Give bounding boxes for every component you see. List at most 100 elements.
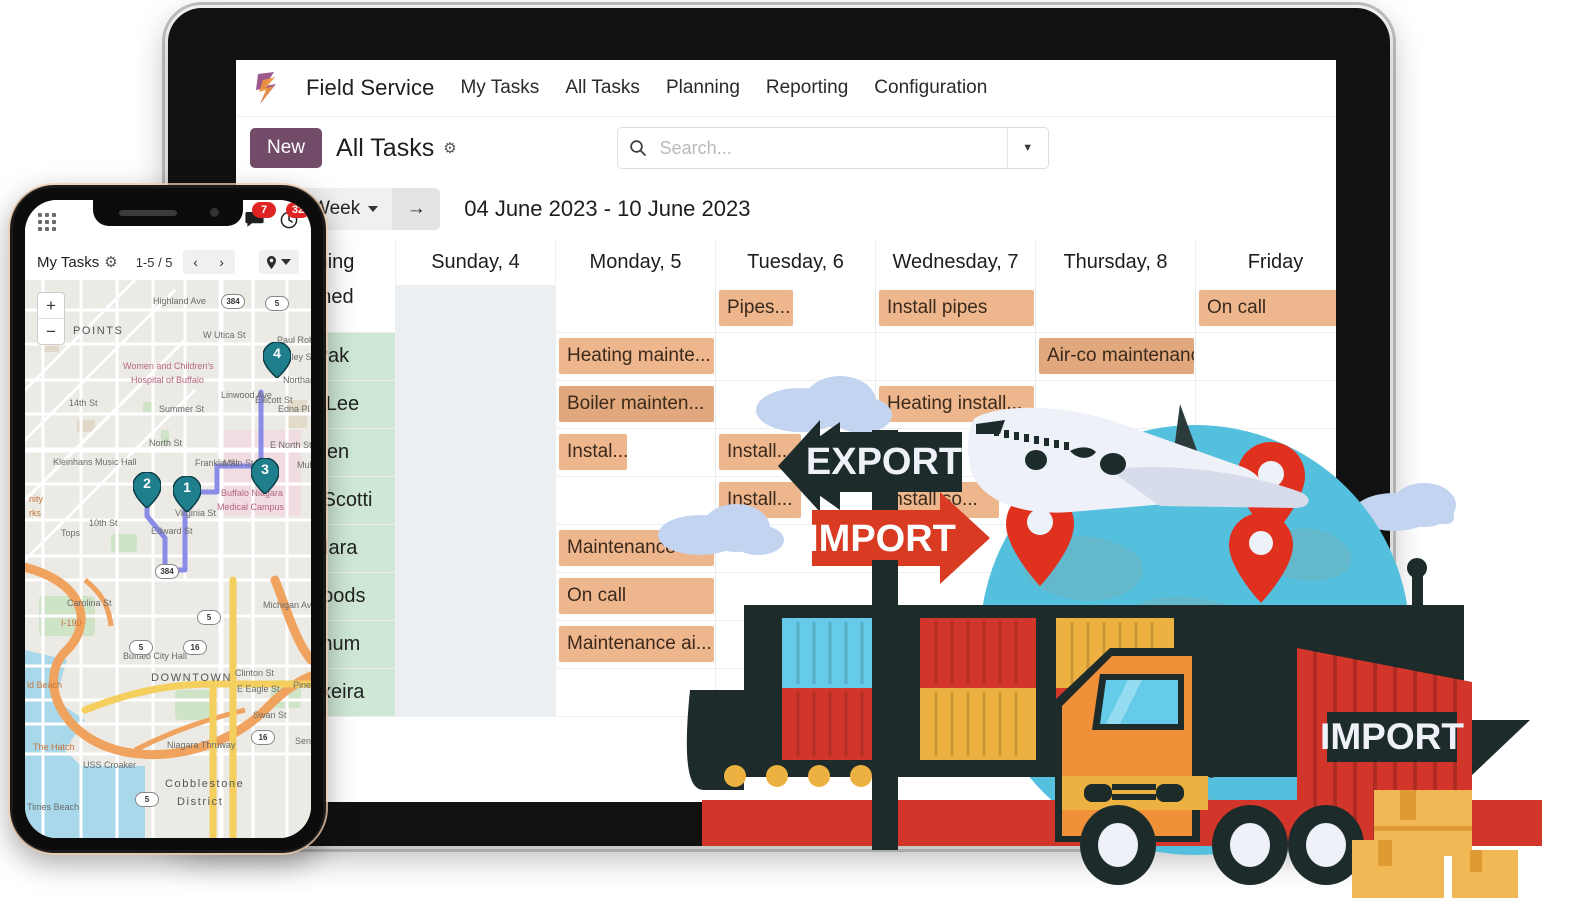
calendar-day-cell[interactable] — [876, 525, 1036, 572]
calendar-day-cell[interactable] — [396, 381, 556, 428]
map-view[interactable]: + − POINTS Highland Ave W Utica St Paul Rob… — [25, 280, 311, 838]
calendar-event[interactable]: Pipes... — [719, 290, 793, 326]
calendar-day-cell[interactable] — [396, 429, 556, 476]
map-label: Edna Pl — [278, 404, 310, 414]
nav-my-tasks[interactable]: My Tasks — [460, 77, 539, 99]
calendar-day-cell[interactable] — [876, 429, 1036, 476]
calendar-day-cell[interactable] — [1196, 573, 1336, 620]
calendar-day-cell[interactable] — [1196, 381, 1336, 428]
calendar-day-cell[interactable]: Install... — [716, 429, 876, 476]
calendar-event[interactable]: Boiler mainten... — [559, 386, 714, 422]
calendar-day-cell[interactable]: Air-co maintenance — [1036, 333, 1196, 380]
calendar-day-cell[interactable] — [396, 621, 556, 668]
calendar-event[interactable]: Maintenance ai... — [559, 626, 714, 662]
calendar-day-cell[interactable] — [876, 621, 1036, 668]
map-label: E Eagle St — [237, 684, 280, 694]
messages-icon[interactable]: 7 — [245, 202, 276, 233]
calendar-day-cell[interactable] — [1036, 669, 1196, 716]
nav-planning[interactable]: Planning — [666, 77, 740, 99]
map-pin-icon[interactable]: 4 — [263, 342, 291, 378]
calendar-day-cell[interactable] — [556, 285, 716, 332]
search-bar[interactable]: ▼ — [616, 127, 1049, 169]
calendar-event[interactable]: Install... — [719, 482, 801, 518]
calendar-day-cell[interactable] — [1196, 525, 1336, 572]
calendar-event[interactable]: Install pipes — [879, 290, 1034, 326]
calendar-day-cell[interactable] — [556, 669, 716, 716]
chevron-down-icon[interactable]: ▼ — [1006, 128, 1048, 168]
calendar-day-cell[interactable] — [1036, 381, 1196, 428]
nav-all-tasks[interactable]: All Tasks — [565, 77, 640, 99]
new-button[interactable]: New — [250, 128, 323, 168]
calendar-day-cell[interactable] — [396, 285, 556, 332]
calendar-day-cell[interactable] — [1196, 477, 1336, 524]
calendar-day-cell[interactable] — [1196, 669, 1336, 716]
calendar-row: Julie O'HaraMaintenance ai... — [236, 525, 1336, 573]
map-pin-icon[interactable]: 3 — [251, 458, 279, 494]
calendar-day-cell[interactable] — [1036, 525, 1196, 572]
nav-reporting[interactable]: Reporting — [766, 77, 848, 99]
calendar-day-cell[interactable]: Pipes... — [716, 285, 876, 332]
calendar-day-cell[interactable] — [716, 333, 876, 380]
calendar-day-cell[interactable] — [1196, 621, 1336, 668]
calendar-day-cell[interactable]: Install... — [716, 477, 876, 524]
calendar-day-cell[interactable]: Maintenance ai... — [556, 621, 716, 668]
calendar-day-cell[interactable]: Instal... — [556, 429, 716, 476]
map-zoom-controls[interactable]: + − — [37, 292, 65, 345]
nav-configuration[interactable]: Configuration — [874, 77, 987, 99]
calendar-event[interactable]: Air-co maintenance — [1039, 338, 1194, 374]
gear-icon[interactable]: ⚙ — [104, 253, 117, 271]
calendar-event[interactable]: Heating install... — [879, 386, 1034, 422]
calendar-day-cell[interactable] — [716, 621, 876, 668]
calendar-day-cell[interactable] — [1036, 285, 1196, 332]
calendar-day-cell[interactable]: On call — [1196, 285, 1336, 332]
map-pin-icon[interactable]: 1 — [173, 476, 201, 512]
calendar-day-cell[interactable] — [1196, 333, 1336, 380]
calendar-day-cell[interactable] — [396, 669, 556, 716]
calendar-day-cell[interactable] — [1036, 429, 1196, 476]
calendar-day-cell[interactable] — [396, 477, 556, 524]
calendar-day-cell[interactable] — [1036, 477, 1196, 524]
calendar-day-cell[interactable] — [716, 669, 876, 716]
calendar-day-cell[interactable] — [876, 573, 1036, 620]
calendar-day-cell[interactable] — [396, 573, 556, 620]
odoo-lightning-icon[interactable] — [254, 72, 280, 104]
calendar-day-cell[interactable]: Install so... — [876, 477, 1036, 524]
calendar-day-cell[interactable] — [716, 525, 876, 572]
calendar-event[interactable]: Heating mainte... — [559, 338, 714, 374]
calendar-day-cell[interactable] — [396, 525, 556, 572]
calendar-day-cell[interactable] — [1036, 573, 1196, 620]
calendar-day-cell[interactable] — [716, 573, 876, 620]
calendar-day-cell[interactable]: Boiler mainten... — [556, 381, 716, 428]
map-pin-icon[interactable]: 2 — [133, 472, 161, 508]
calendar-event[interactable]: Maintenance ai... — [559, 530, 714, 566]
clock-icon[interactable]: 32 — [280, 201, 310, 234]
calendar-day-cell[interactable]: Maintenance ai... — [556, 525, 716, 572]
calendar-day-cell[interactable] — [396, 333, 556, 380]
zoom-out-button[interactable]: − — [38, 319, 64, 344]
calendar-day-cell[interactable]: Heating install... — [876, 381, 1036, 428]
calendar-column-label: Monday, 5 — [589, 250, 682, 273]
calendar-event[interactable]: Instal... — [559, 434, 627, 470]
calendar-day-cell[interactable] — [876, 669, 1036, 716]
arrow-right-icon[interactable]: → — [392, 188, 441, 230]
gear-icon[interactable]: ⚙ — [443, 139, 456, 157]
calendar-day-cell[interactable]: Heating mainte... — [556, 333, 716, 380]
calendar-day-cell[interactable]: Install pipes — [876, 285, 1036, 332]
map-view-switcher[interactable] — [259, 250, 299, 274]
calendar-day-cell[interactable]: On call — [556, 573, 716, 620]
calendar-day-cell[interactable] — [1196, 429, 1336, 476]
chevron-right-icon[interactable]: › — [209, 250, 235, 274]
calendar-day-cell[interactable] — [876, 333, 1036, 380]
map-label: Medical Campus — [217, 502, 285, 512]
calendar-event[interactable]: On call — [559, 578, 714, 614]
calendar-day-cell[interactable] — [556, 477, 716, 524]
calendar-day-cell[interactable] — [716, 381, 876, 428]
chevron-left-icon[interactable]: ‹ — [183, 250, 209, 274]
apps-grid-icon[interactable] — [38, 213, 56, 231]
zoom-in-button[interactable]: + — [38, 293, 64, 319]
calendar-event[interactable]: On call — [1199, 290, 1336, 326]
search-input[interactable] — [657, 127, 1007, 169]
calendar-event[interactable]: Install... — [719, 434, 801, 470]
calendar-day-cell[interactable] — [1036, 621, 1196, 668]
calendar-event[interactable]: Install so... — [879, 482, 999, 518]
